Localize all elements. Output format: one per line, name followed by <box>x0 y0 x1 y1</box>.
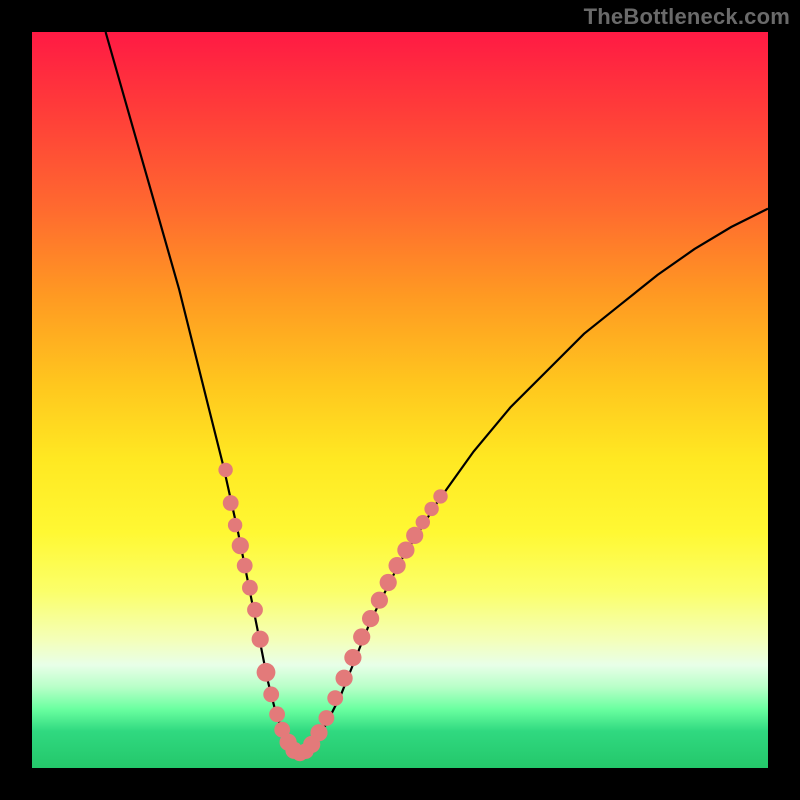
curve-marker <box>353 628 370 645</box>
curve-marker <box>252 631 269 648</box>
watermark-text: TheBottleneck.com <box>584 4 790 30</box>
curve-marker <box>242 580 258 596</box>
chart-frame: TheBottleneck.com <box>0 0 800 800</box>
curve-marker <box>223 495 239 511</box>
curve-marker <box>232 537 249 554</box>
chart-svg <box>32 32 768 768</box>
curve-marker <box>263 687 279 703</box>
curve-marker <box>397 542 414 559</box>
curve-marker <box>228 518 242 532</box>
curve-marker <box>218 463 232 477</box>
curve-markers <box>218 463 447 761</box>
curve-marker <box>269 706 285 722</box>
curve-marker <box>257 663 276 682</box>
curve-marker <box>416 515 430 529</box>
curve-marker <box>310 724 327 741</box>
curve-marker <box>433 489 447 503</box>
curve-marker <box>362 610 379 627</box>
curve-marker <box>344 649 361 666</box>
curve-marker <box>319 710 335 726</box>
curve-marker <box>371 592 388 609</box>
curve-marker <box>406 527 423 544</box>
curve-marker <box>389 557 406 574</box>
curve-marker <box>336 670 353 687</box>
curve-marker <box>247 602 263 618</box>
bottleneck-curve <box>106 32 768 753</box>
curve-marker <box>237 558 253 574</box>
curve-marker <box>327 690 343 706</box>
plot-area <box>32 32 768 768</box>
curve-marker <box>424 502 438 516</box>
curve-marker <box>380 574 397 591</box>
